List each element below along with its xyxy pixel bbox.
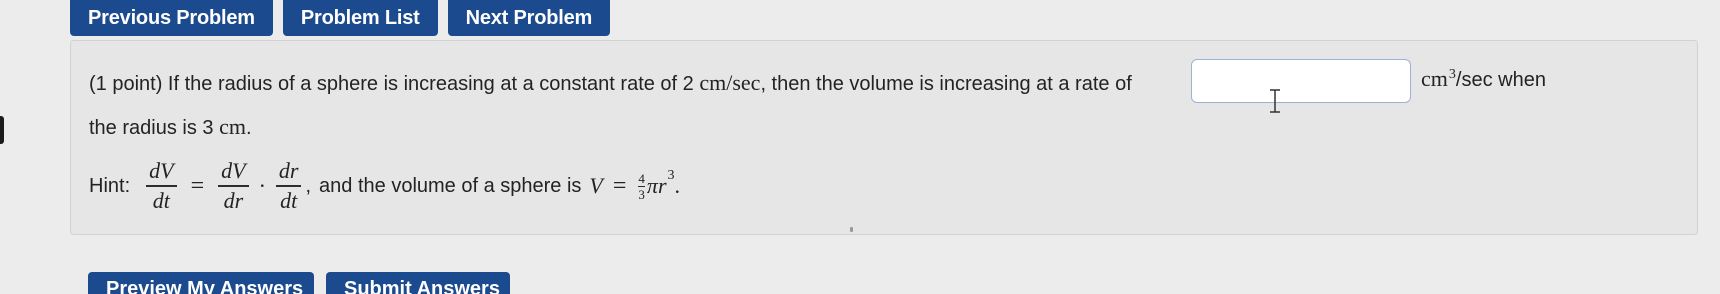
fraction-bar xyxy=(218,185,249,187)
formula-period: . xyxy=(674,173,681,198)
radius-symbol: r xyxy=(657,173,667,198)
fraction-denominator: dt xyxy=(280,187,298,213)
submit-answers-button[interactable]: Submit Answers xyxy=(326,272,510,294)
coefficient-numerator: 4 xyxy=(638,170,645,186)
hint-fraction-dv-dr: dV dr xyxy=(218,158,249,213)
radius-unit: cm xyxy=(219,114,246,139)
four-thirds-fraction: 4 3 xyxy=(638,172,645,201)
fraction-denominator: dr xyxy=(223,187,244,213)
problem-text-radius: the radius is 3 xyxy=(89,117,220,139)
fraction-numerator: dr xyxy=(278,158,299,184)
coefficient-denominator: 3 xyxy=(638,186,645,202)
answer-unit-suffix: /sec when xyxy=(1455,69,1546,91)
rate-unit: cm/sec xyxy=(699,70,761,95)
hint-label: Hint: xyxy=(89,174,131,197)
problem-text-middle: , then the volume is increasing at a rat… xyxy=(760,73,1132,95)
answer-actions: Preview My Answers Submit Answers xyxy=(88,272,510,294)
problem-navigation: Previous Problem Problem List Next Probl… xyxy=(70,0,611,36)
formula-equals-sign: = xyxy=(612,172,627,199)
answer-unit-base: cm xyxy=(1421,66,1448,91)
problem-statement-line-1: (1 point) If the radius of a sphere is i… xyxy=(89,71,1132,96)
hint-comma: , xyxy=(305,174,312,197)
hint-fraction-dr-dt: dr dt xyxy=(275,158,302,213)
problem-text-start: (1 point) If the radius of a sphere is i… xyxy=(89,73,700,95)
preview-answers-button[interactable]: Preview My Answers xyxy=(88,272,314,294)
left-edge-tab xyxy=(0,116,4,144)
fraction-denominator: dt xyxy=(152,187,170,213)
answer-unit-power: 3 xyxy=(1448,67,1456,82)
sphere-volume-formula: V = 4 3 π r 3 . xyxy=(589,168,681,201)
multiply-dot: · xyxy=(258,173,266,198)
next-problem-button[interactable]: Next Problem xyxy=(447,0,611,36)
stray-mark xyxy=(850,227,853,232)
radius-power: 3 xyxy=(667,168,675,183)
problem-container: (1 point) If the radius of a sphere is i… xyxy=(70,40,1698,235)
hint-sentence: and the volume of a sphere is xyxy=(319,174,582,197)
answer-input[interactable] xyxy=(1191,59,1411,103)
fraction-bar xyxy=(146,185,177,187)
volume-symbol: V xyxy=(589,173,603,198)
previous-problem-button[interactable]: Previous Problem xyxy=(70,0,273,36)
pi-symbol: π xyxy=(646,173,658,198)
answer-unit: cm3/sec when xyxy=(1421,67,1546,95)
equals-sign: = xyxy=(190,172,205,199)
problem-text-end: . xyxy=(245,117,252,139)
fraction-numerator: dV xyxy=(221,158,246,184)
problem-list-button[interactable]: Problem List xyxy=(282,0,438,36)
fraction-bar xyxy=(275,185,302,187)
hint-row: Hint: dV dt = dV dr · dr dt , and the vo… xyxy=(89,159,680,213)
fraction-numerator: dV xyxy=(149,158,174,184)
hint-fraction-dv-dt: dV dt xyxy=(146,158,177,213)
problem-statement-line-2: the radius is 3 cm. xyxy=(89,115,252,140)
